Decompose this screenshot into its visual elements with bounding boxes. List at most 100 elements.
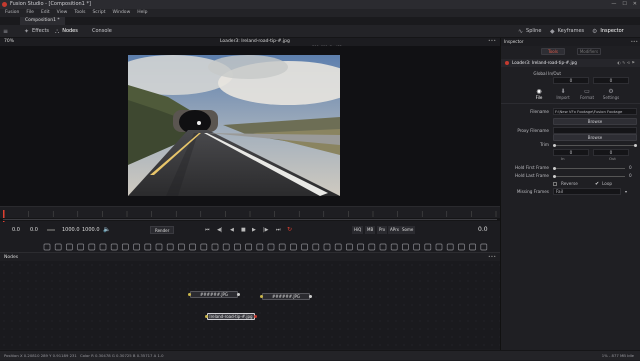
hold-first-slider[interactable]	[553, 167, 625, 170]
tool-icon[interactable]	[77, 243, 84, 251]
tool-icon[interactable]	[480, 243, 488, 251]
global-out-field[interactable]: 0	[593, 77, 629, 84]
tool-icon[interactable]	[301, 243, 308, 251]
node-input-port[interactable]	[188, 293, 191, 296]
tool-icon[interactable]	[43, 243, 51, 251]
node-output-port[interactable]	[237, 293, 240, 296]
menu-help[interactable]: Help	[137, 9, 147, 17]
node-loader-3[interactable]: Ireland-road-tip-#.jpg	[205, 313, 257, 320]
tab-composition1[interactable]: Composition1 *	[20, 17, 65, 25]
play-icon[interactable]: ▶	[252, 224, 256, 236]
slider-knob[interactable]	[553, 175, 556, 178]
nodes-button[interactable]: ⛬ Nodes	[55, 25, 78, 38]
trim-out-knob[interactable]	[634, 144, 637, 147]
tool-icon[interactable]	[222, 243, 230, 251]
subtab-file[interactable]: ◉ File	[529, 88, 549, 100]
tab-tools[interactable]: Tools	[541, 48, 565, 55]
menu-file[interactable]: File	[26, 9, 34, 17]
global-in-field[interactable]: 0	[553, 77, 589, 84]
tool-icon[interactable]	[110, 243, 118, 251]
node-input-port[interactable]	[260, 295, 263, 298]
ruler-scrollbar[interactable]	[0, 218, 500, 221]
tool-icon[interactable]	[446, 243, 454, 251]
stop-icon[interactable]: ■	[241, 224, 246, 236]
node-loader-2[interactable]: ######.JPG	[260, 293, 312, 300]
tool-icon[interactable]	[234, 243, 241, 251]
inspector-options-icon[interactable]: •••	[631, 38, 638, 46]
menu-script[interactable]: Script	[92, 9, 105, 17]
go-to-start-icon[interactable]: ⏮	[205, 224, 210, 236]
hold-first-value[interactable]: 0	[629, 164, 632, 172]
tool-icon[interactable]	[357, 243, 364, 251]
menu-window[interactable]: Window	[113, 9, 131, 17]
maximize-button[interactable]: ☐	[622, 0, 626, 9]
tool-icon[interactable]	[390, 243, 398, 251]
minimize-button[interactable]: —	[611, 0, 616, 9]
tool-icon[interactable]	[178, 243, 185, 251]
tool-icon[interactable]	[189, 243, 196, 251]
tool-icon[interactable]	[402, 243, 409, 251]
filename-field[interactable]: F:\New VFx Footage\Fusion Footage	[553, 108, 637, 115]
tool-icon[interactable]	[435, 243, 443, 251]
tool-icon[interactable]	[334, 243, 342, 251]
tool-icon[interactable]	[469, 243, 476, 251]
trim-in-field[interactable]: 0	[553, 149, 589, 156]
viewer-zoom[interactable]: 70%	[4, 38, 14, 46]
global-start-field[interactable]: 0.0	[12, 224, 20, 236]
trim-in-knob[interactable]	[553, 144, 556, 147]
reverse-checkbox[interactable]	[553, 182, 557, 186]
tool-icon[interactable]	[155, 243, 163, 251]
some-button[interactable]: Some	[400, 226, 416, 234]
range-slider[interactable]	[47, 229, 55, 231]
tool-icon[interactable]	[323, 243, 331, 251]
chevron-down-icon[interactable]: ▾	[625, 188, 627, 196]
menu-tools[interactable]: Tools	[74, 9, 85, 17]
menu-edit[interactable]: Edit	[41, 9, 50, 17]
loop-icon[interactable]: ↻	[287, 224, 292, 236]
tool-icon[interactable]	[256, 243, 264, 251]
tool-icon[interactable]	[368, 243, 376, 251]
subtab-settings[interactable]: ⚙ Settings	[601, 88, 621, 100]
tool-icon[interactable]	[413, 243, 420, 251]
console-button[interactable]: Console	[92, 25, 112, 38]
tool-icon[interactable]	[346, 243, 353, 251]
menu-fusion[interactable]: Fusion	[5, 9, 19, 17]
browse-button[interactable]: Browse	[553, 118, 637, 125]
panel-menu-icon[interactable]: ≡	[3, 25, 8, 38]
step-forward-icon[interactable]: |▶	[263, 224, 269, 236]
subtab-format[interactable]: ▭ Format	[577, 88, 597, 100]
spline-button[interactable]: ∿ Spline	[518, 25, 541, 38]
missing-frames-select[interactable]: Fail	[553, 188, 621, 195]
hold-last-slider[interactable]	[553, 175, 625, 178]
loop-checkbox[interactable]: ✔	[595, 180, 599, 188]
node-header-icons[interactable]: ◐ ✎ ⟲ ⚑	[617, 59, 635, 67]
tab-modifiers[interactable]: Modifiers	[577, 48, 601, 55]
tool-icon[interactable]	[379, 243, 387, 251]
keyframes-button[interactable]: ◆ Keyframes	[550, 25, 584, 38]
hiq-button[interactable]: HiQ	[352, 226, 364, 234]
go-to-end-icon[interactable]: ⏭	[276, 224, 281, 236]
tool-icon[interactable]	[133, 243, 140, 251]
tool-icon[interactable]	[290, 243, 297, 251]
tool-icon[interactable]	[122, 243, 129, 251]
tool-icon[interactable]	[278, 243, 286, 251]
tool-icon[interactable]	[245, 243, 252, 251]
trim-out-field[interactable]: 0	[593, 149, 629, 156]
step-back-icon[interactable]: ◀|	[217, 224, 223, 236]
tool-icon[interactable]	[99, 243, 107, 251]
node-loader-1[interactable]: ######.JPG	[188, 291, 240, 298]
mb-button[interactable]: MB	[365, 226, 376, 234]
subtab-import[interactable]: ⬇ Import	[553, 88, 573, 100]
current-frame-field[interactable]: 0.0	[478, 224, 488, 236]
tool-icon[interactable]	[166, 243, 174, 251]
tool-icon[interactable]	[312, 243, 320, 251]
render-button[interactable]: Render	[150, 226, 175, 234]
close-button[interactable]: ✕	[633, 0, 637, 9]
hold-last-value[interactable]: 0	[629, 172, 632, 180]
proxy-browse-button[interactable]: Browse	[553, 134, 637, 141]
viewer-options-icon[interactable]: •••	[488, 38, 496, 46]
timeline-ruler[interactable]: 0510152025303540455055606570758085909510…	[0, 206, 503, 222]
tool-icon[interactable]	[200, 243, 208, 251]
node-editor[interactable]: ######.JPG ######.JPG Ireland-road-tip-#…	[0, 261, 616, 349]
inspector-button[interactable]: ⚙ Inspector	[592, 25, 624, 38]
